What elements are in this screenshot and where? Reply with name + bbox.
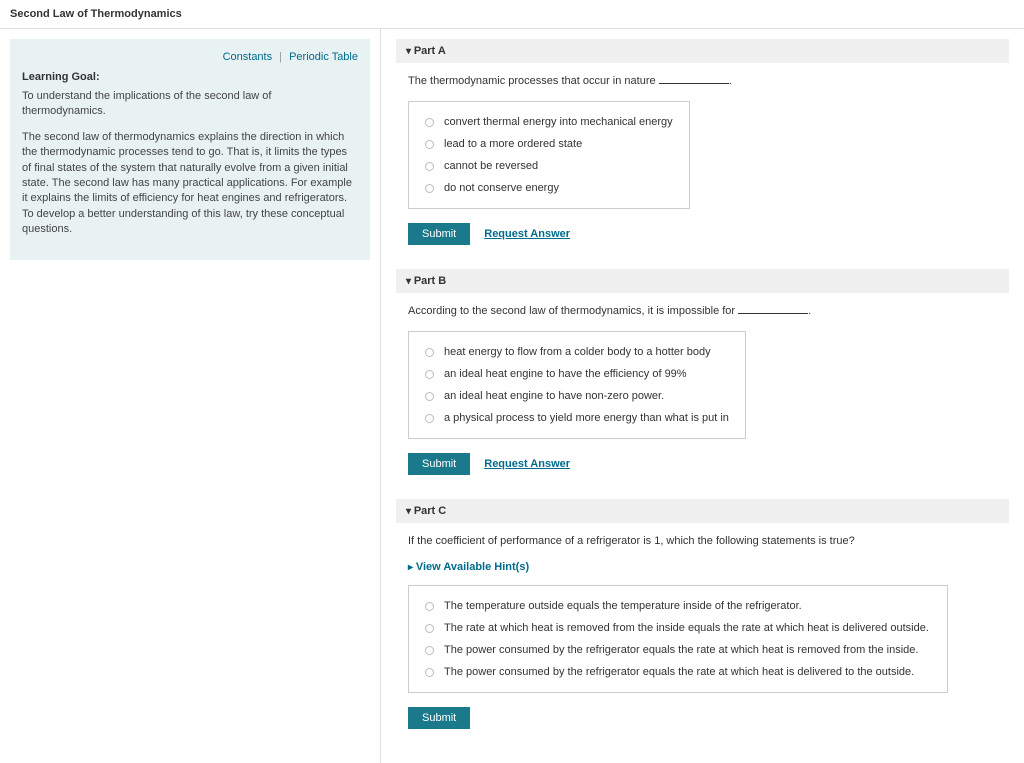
learning-goal-panel: Constants | Periodic Table Learning Goal… xyxy=(10,39,370,260)
left-column: Constants | Periodic Table Learning Goal… xyxy=(0,29,380,763)
part-block: Part C If the coefficient of performance … xyxy=(396,499,1009,729)
info-links: Constants | Periodic Table xyxy=(22,51,358,63)
question-text: If the coefficient of performance of a r… xyxy=(408,535,1009,547)
submit-button[interactable]: Submit xyxy=(408,453,470,475)
options-box: The temperature outside equals the tempe… xyxy=(408,585,948,693)
radio-icon[interactable] xyxy=(425,162,434,171)
blank xyxy=(659,83,729,84)
radio-icon[interactable] xyxy=(425,392,434,401)
link-separator: | xyxy=(279,51,282,63)
learning-goal-heading: Learning Goal: xyxy=(22,71,358,83)
actions-row: Submit Request Answer xyxy=(408,453,997,475)
learning-goal-text: To understand the implications of the se… xyxy=(22,89,358,120)
question-text: The thermodynamic processes that occur i… xyxy=(408,75,1009,87)
option-row[interactable]: a physical process to yield more energy … xyxy=(425,412,729,424)
actions-row: Submit xyxy=(408,707,997,729)
request-answer-link[interactable]: Request Answer xyxy=(484,458,570,470)
option-row[interactable]: cannot be reversed xyxy=(425,160,673,172)
option-label: The temperature outside equals the tempe… xyxy=(444,600,802,612)
radio-icon[interactable] xyxy=(425,184,434,193)
blank xyxy=(738,313,808,314)
option-label: convert thermal energy into mechanical e… xyxy=(444,116,673,128)
option-row[interactable]: The power consumed by the refrigerator e… xyxy=(425,666,931,678)
option-label: The power consumed by the refrigerator e… xyxy=(444,666,914,678)
part-header[interactable]: Part A xyxy=(396,39,1009,63)
option-label: a physical process to yield more energy … xyxy=(444,412,729,424)
option-row[interactable]: do not conserve energy xyxy=(425,182,673,194)
submit-button[interactable]: Submit xyxy=(408,223,470,245)
option-label: The rate at which heat is removed from t… xyxy=(444,622,929,634)
option-row[interactable]: The rate at which heat is removed from t… xyxy=(425,622,931,634)
option-row[interactable]: lead to a more ordered state xyxy=(425,138,673,150)
option-label: The power consumed by the refrigerator e… xyxy=(444,644,918,656)
radio-icon[interactable] xyxy=(425,602,434,611)
part-block: Part B According to the second law of the… xyxy=(396,269,1009,475)
option-label: heat energy to flow from a colder body t… xyxy=(444,346,711,358)
actions-row: Submit Request Answer xyxy=(408,223,997,245)
page-title: Second Law of Thermodynamics xyxy=(0,0,1024,29)
option-row[interactable]: convert thermal energy into mechanical e… xyxy=(425,116,673,128)
part-header[interactable]: Part B xyxy=(396,269,1009,293)
radio-icon[interactable] xyxy=(425,348,434,357)
option-label: an ideal heat engine to have the efficie… xyxy=(444,368,687,380)
radio-icon[interactable] xyxy=(425,140,434,149)
option-row[interactable]: heat energy to flow from a colder body t… xyxy=(425,346,729,358)
option-row[interactable]: The power consumed by the refrigerator e… xyxy=(425,644,931,656)
learning-goal-description: The second law of thermodynamics explain… xyxy=(22,130,358,238)
options-box: heat energy to flow from a colder body t… xyxy=(408,331,746,439)
view-hints-link[interactable]: View Available Hint(s) xyxy=(408,561,997,573)
option-row[interactable]: an ideal heat engine to have the efficie… xyxy=(425,368,729,380)
right-column: Part A The thermodynamic processes that o… xyxy=(380,29,1024,763)
option-row[interactable]: an ideal heat engine to have non-zero po… xyxy=(425,390,729,402)
option-label: do not conserve energy xyxy=(444,182,559,194)
part-block: Part A The thermodynamic processes that o… xyxy=(396,39,1009,245)
radio-icon[interactable] xyxy=(425,370,434,379)
option-label: cannot be reversed xyxy=(444,160,538,172)
radio-icon[interactable] xyxy=(425,414,434,423)
question-text: According to the second law of thermodyn… xyxy=(408,305,1009,317)
option-label: lead to a more ordered state xyxy=(444,138,582,150)
request-answer-link[interactable]: Request Answer xyxy=(484,228,570,240)
submit-button[interactable]: Submit xyxy=(408,707,470,729)
radio-icon[interactable] xyxy=(425,668,434,677)
constants-link[interactable]: Constants xyxy=(223,51,273,63)
periodic-table-link[interactable]: Periodic Table xyxy=(289,51,358,63)
part-header[interactable]: Part C xyxy=(396,499,1009,523)
radio-icon[interactable] xyxy=(425,118,434,127)
option-label: an ideal heat engine to have non-zero po… xyxy=(444,390,664,402)
option-row[interactable]: The temperature outside equals the tempe… xyxy=(425,600,931,612)
main-layout: Constants | Periodic Table Learning Goal… xyxy=(0,29,1024,763)
radio-icon[interactable] xyxy=(425,624,434,633)
radio-icon[interactable] xyxy=(425,646,434,655)
options-box: convert thermal energy into mechanical e… xyxy=(408,101,690,209)
